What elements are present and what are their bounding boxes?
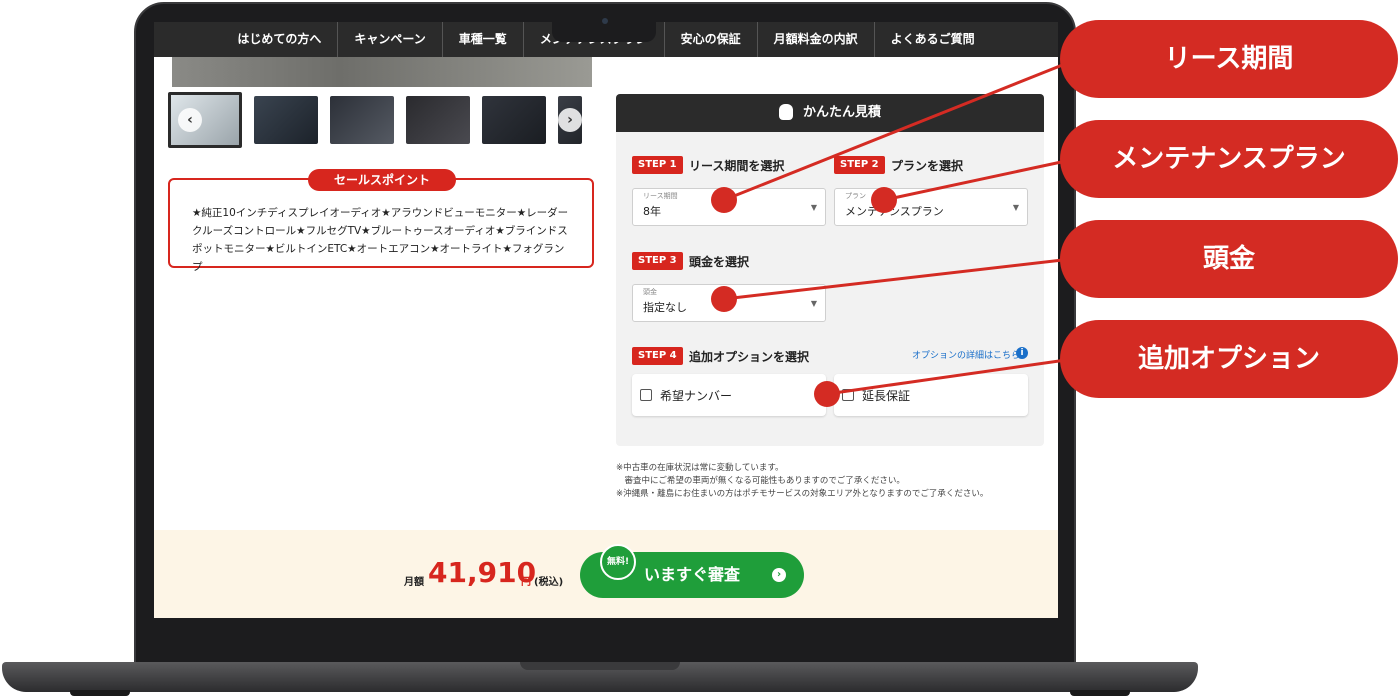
thumbnail[interactable] bbox=[254, 96, 318, 144]
option-card-number[interactable]: 希望ナンバー bbox=[632, 374, 826, 416]
step4-label: 追加オプションを選択 bbox=[689, 350, 810, 364]
nav-item-car-list[interactable]: 車種一覧 bbox=[443, 22, 524, 57]
nav-item-faq[interactable]: よくあるご質問 bbox=[875, 22, 991, 57]
option-warranty-label: 延長保証 bbox=[862, 389, 911, 403]
free-badge: 無料! bbox=[600, 544, 636, 580]
thumbnail[interactable] bbox=[482, 96, 546, 144]
info-icon[interactable]: i bbox=[1016, 347, 1028, 359]
money-bag-icon bbox=[778, 103, 793, 120]
price-prefix: 月額 bbox=[404, 577, 424, 588]
caret-down-icon: ▼ bbox=[1012, 203, 1019, 212]
sales-points-tag: セールスポイント bbox=[308, 169, 456, 191]
option-number-label: 希望ナンバー bbox=[660, 389, 733, 403]
price-unit: 円 bbox=[521, 577, 531, 588]
step2-badge: STEP 2 bbox=[834, 156, 885, 174]
nav-item-warranty[interactable]: 安心の保証 bbox=[665, 22, 758, 57]
callout-down-payment: 頭金 bbox=[1060, 220, 1398, 298]
callout-additional-option: 追加オプション bbox=[1060, 320, 1398, 398]
monthly-price: 41,910 bbox=[428, 556, 537, 589]
lease-period-caption: リース期間 bbox=[643, 192, 678, 200]
note-line: ※沖縄県・離島にお住まいの方はポチモサービスの対象エリア外となりますのでご了承く… bbox=[616, 489, 989, 499]
laptop-screen: はじめての方へ キャンペーン 車種一覧 メンテナンスプラン 安心の保証 月額料金… bbox=[154, 22, 1058, 618]
camera-icon bbox=[602, 18, 608, 24]
step3-badge: STEP 3 bbox=[632, 252, 683, 270]
main-car-photo bbox=[172, 57, 592, 87]
laptop-foot-left bbox=[70, 690, 130, 696]
laptop-base-notch bbox=[520, 662, 680, 670]
laptop-foot-right bbox=[1070, 690, 1130, 696]
plan-value: メンテナンスプラン bbox=[845, 205, 944, 218]
nav-item-monthly-breakdown[interactable]: 月額料金の内訳 bbox=[758, 22, 875, 57]
note-line: ※中古車の在庫状況は常に変動しています。 bbox=[616, 463, 784, 473]
step2-label: プランを選択 bbox=[891, 159, 964, 173]
thumbnail-strip bbox=[168, 92, 582, 148]
lease-period-value: 8年 bbox=[643, 205, 661, 218]
down-payment-value: 指定なし bbox=[643, 301, 687, 314]
thumbnail[interactable] bbox=[330, 96, 394, 144]
sales-points-text: ★純正10インチディスプレイオーディオ★アラウンドビューモニター★レーダークルー… bbox=[192, 207, 569, 273]
step1-label: リース期間を選択 bbox=[689, 159, 785, 173]
step4-badge: STEP 4 bbox=[632, 347, 683, 365]
option-details-link[interactable]: オプションの詳細はこちら bbox=[912, 348, 1020, 361]
stage: はじめての方へ キャンペーン 車種一覧 メンテナンスプラン 安心の保証 月額料金… bbox=[0, 0, 1400, 700]
plan-select[interactable]: プラン メンテナンスプラン ▼ bbox=[834, 188, 1028, 226]
down-payment-select[interactable]: 頭金 指定なし ▼ bbox=[632, 284, 826, 322]
step1-badge: STEP 1 bbox=[632, 156, 683, 174]
estimate-title: かんたん見積 bbox=[802, 105, 881, 120]
chevron-right-icon[interactable]: › bbox=[558, 108, 582, 132]
arrow-right-icon: › bbox=[772, 568, 786, 582]
note-line: 審査中にご希望の車両が無くなる可能性もありますのでご了承ください。 bbox=[616, 476, 905, 486]
camera-notch bbox=[552, 12, 656, 42]
thumbnail[interactable] bbox=[406, 96, 470, 144]
nav-item-campaign[interactable]: キャンペーン bbox=[338, 22, 443, 57]
price-tax-note: (税込) bbox=[534, 577, 564, 588]
notes: ※中古車の在庫状況は常に変動しています。 審査中にご希望の車両が無くなる可能性も… bbox=[616, 462, 1046, 501]
chevron-left-icon[interactable]: ‹ bbox=[178, 108, 202, 132]
caret-down-icon: ▼ bbox=[810, 203, 817, 212]
option-checkbox-warranty[interactable] bbox=[842, 389, 854, 401]
option-checkbox-number[interactable] bbox=[640, 389, 652, 401]
estimate-header: かんたん見積 bbox=[616, 94, 1044, 132]
plan-caption: プラン bbox=[845, 192, 866, 200]
down-payment-caption: 頭金 bbox=[643, 288, 657, 296]
lease-period-select[interactable]: リース期間 8年 ▼ bbox=[632, 188, 826, 226]
caret-down-icon: ▼ bbox=[810, 299, 817, 308]
step3-label: 頭金を選択 bbox=[689, 255, 750, 269]
callout-maintenance-plan: メンテナンスプラン bbox=[1060, 120, 1398, 198]
option-card-warranty[interactable]: 延長保証 bbox=[834, 374, 1028, 416]
callout-lease-period: リース期間 bbox=[1060, 20, 1398, 98]
nav-item-beginners[interactable]: はじめての方へ bbox=[221, 22, 339, 57]
